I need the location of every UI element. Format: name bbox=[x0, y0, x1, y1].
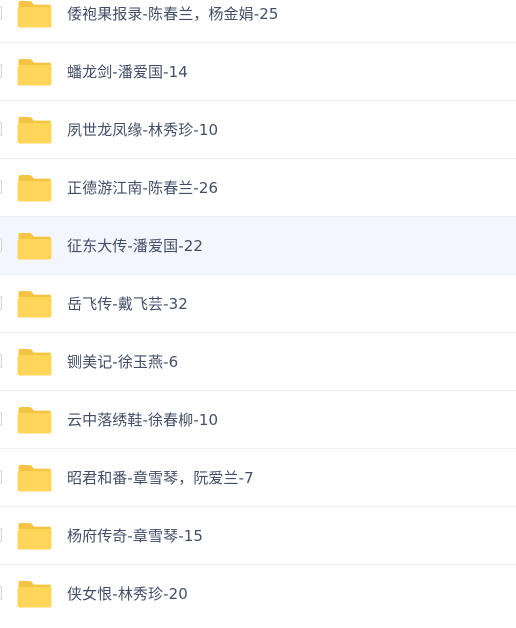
folder-icon bbox=[17, 116, 52, 144]
folder-icon bbox=[17, 522, 52, 550]
folder-name[interactable]: 夙世龙凤缘-林秀珍-10 bbox=[67, 101, 218, 159]
row-checkbox[interactable] bbox=[0, 180, 2, 194]
list-item[interactable]: 云中落绣鞋-徐春柳-10 bbox=[0, 391, 516, 449]
list-item[interactable]: 夙世龙凤缘-林秀珍-10 bbox=[0, 101, 516, 159]
row-checkbox[interactable] bbox=[0, 238, 2, 252]
row-checkbox[interactable] bbox=[0, 354, 2, 368]
list-item[interactable]: 蟠龙剑-潘爱国-14 bbox=[0, 43, 516, 101]
folder-name[interactable]: 杨府传奇-章雪琴-15 bbox=[67, 507, 203, 565]
folder-name[interactable]: 岳飞传-戴飞芸-32 bbox=[67, 275, 188, 333]
list-item[interactable]: 杨府传奇-章雪琴-15 bbox=[0, 507, 516, 565]
folder-name[interactable]: 侠女恨-林秀珍-20 bbox=[67, 565, 188, 623]
folder-icon bbox=[17, 0, 52, 28]
folder-icon bbox=[17, 464, 52, 492]
folder-icon bbox=[17, 406, 52, 434]
row-checkbox[interactable] bbox=[0, 412, 2, 426]
file-list: 倭袍果报录-陈春兰，杨金娟-25 蟠龙剑-潘爱国-14 夙世龙凤缘-林秀珍-10… bbox=[0, 0, 516, 623]
folder-name[interactable]: 正德游江南-陈春兰-26 bbox=[67, 159, 218, 217]
list-item[interactable]: 倭袍果报录-陈春兰，杨金娟-25 bbox=[0, 0, 516, 43]
folder-icon bbox=[17, 290, 52, 318]
list-item[interactable]: 昭君和番-章雪琴，阮爱兰-7 bbox=[0, 449, 516, 507]
folder-name[interactable]: 云中落绣鞋-徐春柳-10 bbox=[67, 391, 218, 449]
row-checkbox[interactable] bbox=[0, 470, 2, 484]
list-item[interactable]: 侠女恨-林秀珍-20 bbox=[0, 565, 516, 623]
list-item[interactable]: 铡美记-徐玉燕-6 bbox=[0, 333, 516, 391]
row-checkbox[interactable] bbox=[0, 64, 2, 78]
row-checkbox[interactable] bbox=[0, 6, 2, 20]
folder-icon bbox=[17, 58, 52, 86]
folder-icon bbox=[17, 232, 52, 260]
row-checkbox[interactable] bbox=[0, 122, 2, 136]
folder-name[interactable]: 蟠龙剑-潘爱国-14 bbox=[67, 43, 188, 101]
folder-name[interactable]: 铡美记-徐玉燕-6 bbox=[67, 333, 178, 391]
list-item[interactable]: 岳飞传-戴飞芸-32 bbox=[0, 275, 516, 333]
list-item[interactable]: 正德游江南-陈春兰-26 bbox=[0, 159, 516, 217]
folder-icon bbox=[17, 348, 52, 376]
folder-icon bbox=[17, 580, 52, 608]
folder-name[interactable]: 征东大传-潘爱国-22 bbox=[67, 217, 203, 275]
folder-name[interactable]: 昭君和番-章雪琴，阮爱兰-7 bbox=[67, 449, 254, 507]
list-item[interactable]: 征东大传-潘爱国-22 bbox=[0, 217, 516, 275]
folder-name[interactable]: 倭袍果报录-陈春兰，杨金娟-25 bbox=[67, 0, 279, 43]
row-checkbox[interactable] bbox=[0, 528, 2, 542]
folder-icon bbox=[17, 174, 52, 202]
row-checkbox[interactable] bbox=[0, 296, 2, 310]
row-checkbox[interactable] bbox=[0, 586, 2, 600]
